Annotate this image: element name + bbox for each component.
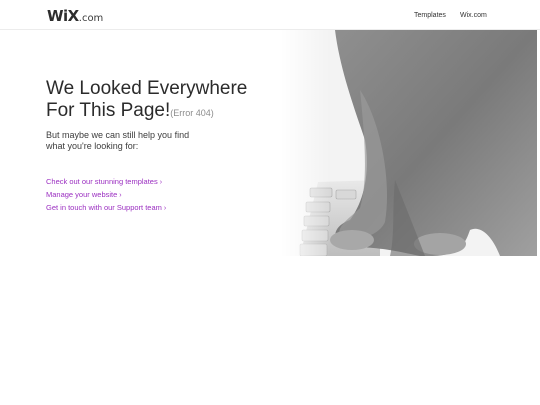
wix-logo[interactable]: WiX.com xyxy=(47,6,104,25)
title-line-2: For This Page!(Error 404) xyxy=(46,100,247,124)
subtitle-line-1: But maybe we can still help you find xyxy=(46,130,190,140)
page-title: We Looked Everywhere For This Page!(Erro… xyxy=(46,78,247,124)
top-header: WiX.com Templates Wix.com xyxy=(0,0,540,30)
support-link-text: Get in touch with our Support team xyxy=(46,203,162,212)
chevron-right-icon: › xyxy=(119,192,122,199)
title-line-1: We Looked Everywhere xyxy=(46,78,248,99)
subtitle: But maybe we can still help you find wha… xyxy=(46,130,216,152)
logo-wordmark: WiX xyxy=(47,7,79,25)
nav-templates-link[interactable]: Templates xyxy=(414,12,446,19)
nav-wixcom-link[interactable]: Wix.com xyxy=(460,12,487,19)
chevron-right-icon: › xyxy=(159,179,163,186)
subtitle-line-2: what you're looking for: xyxy=(46,141,139,151)
chevron-right-icon: › xyxy=(163,205,167,212)
support-link[interactable]: Get in touch with our Support team › xyxy=(46,203,166,212)
templates-link-text: Check out our stunning templates xyxy=(46,177,158,186)
logo-suffix: .com xyxy=(78,13,104,24)
manage-website-link[interactable]: Manage your website › xyxy=(46,190,122,199)
error-code: (Error 404) xyxy=(170,108,214,118)
manage-website-link-text: Manage your website xyxy=(46,190,118,199)
title-line-2-text: For This Page! xyxy=(46,100,171,121)
templates-link[interactable]: Check out our stunning templates › xyxy=(46,177,162,186)
